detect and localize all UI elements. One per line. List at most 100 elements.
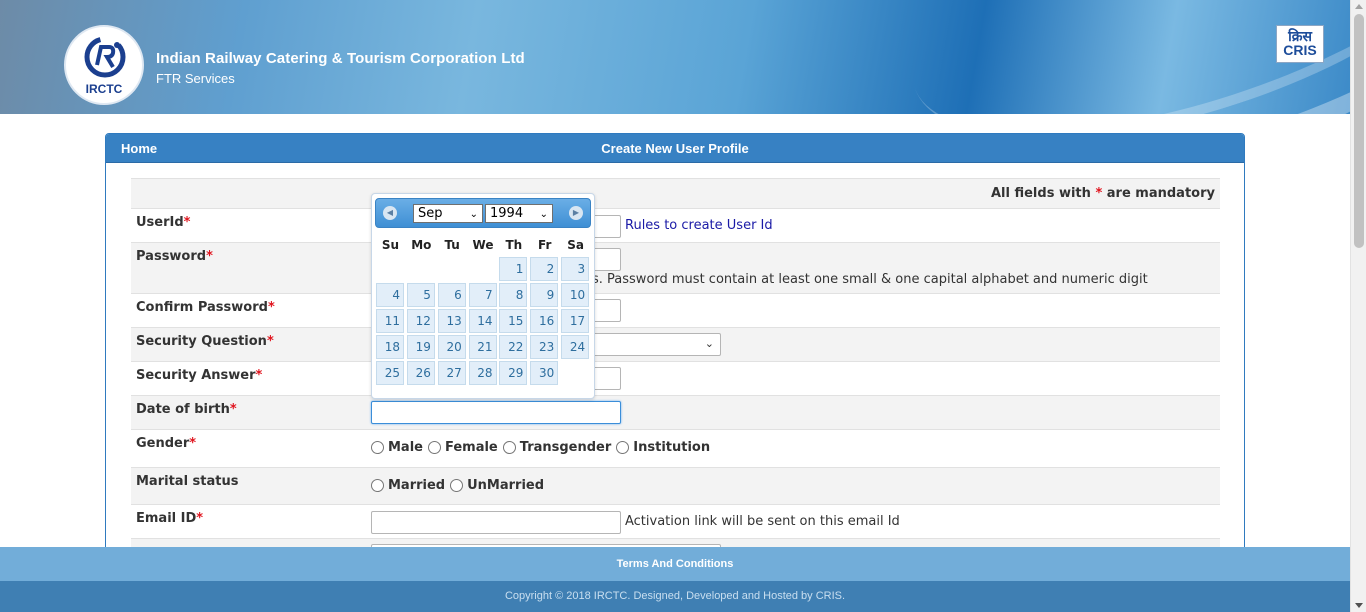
year-select[interactable]: 1994 ⌄ [485, 204, 553, 223]
calendar-cell: 26 [406, 360, 437, 386]
calendar-cell: 22 [498, 334, 529, 360]
gender-radio-group: Male Female Transgender Institution [371, 440, 715, 455]
calendar-day[interactable]: 13 [437, 309, 466, 333]
confirm-password-label: Confirm Password* [136, 300, 275, 315]
calendar-day[interactable]: 5 [406, 283, 435, 307]
cris-logo-hindi: क्रिस [1288, 28, 1312, 44]
calendar-cell: 25 [375, 360, 406, 386]
marital-option-label: Married [388, 478, 446, 493]
password-row: Password* s. Password must contain at le… [131, 242, 1220, 293]
calendar-week: 18 19 20 21 22 23 24 [375, 334, 591, 360]
calendar-cell: 17 [560, 308, 591, 334]
calendar-day[interactable]: 3 [561, 257, 590, 281]
scroll-thumb[interactable] [1354, 14, 1364, 248]
calendar-cell: 2 [529, 256, 560, 282]
page-scrollbar[interactable] [1350, 0, 1366, 612]
calendar-cell: 8 [498, 282, 529, 308]
calendar-day[interactable]: 21 [468, 335, 497, 359]
calendar-cell: 4 [375, 282, 406, 308]
calendar-day[interactable]: 7 [468, 283, 497, 307]
chevron-down-icon: ⌄ [469, 209, 478, 220]
scroll-down-icon[interactable] [1355, 603, 1363, 608]
calendar-day[interactable]: 24 [561, 335, 590, 359]
calendar-day[interactable]: 11 [376, 309, 404, 333]
calendar-day[interactable]: 6 [437, 283, 466, 307]
userid-rules-link[interactable]: Rules to create User Id [625, 218, 773, 233]
gender-radio-male[interactable] [371, 441, 384, 454]
gender-radio-institution[interactable] [616, 441, 630, 454]
calendar-day[interactable]: 19 [406, 335, 435, 359]
calendar-cell: 3 [560, 256, 591, 282]
email-input[interactable] [371, 511, 621, 534]
calendar-day[interactable]: 29 [499, 361, 528, 385]
calendar-day[interactable]: 2 [530, 257, 559, 281]
security-answer-row: Security Answer* [131, 361, 1220, 395]
calendar-day[interactable]: 14 [468, 309, 497, 333]
calendar-day[interactable]: 22 [499, 335, 528, 359]
next-month-icon[interactable]: ▶ [569, 206, 583, 220]
weekday-label: Tu [444, 238, 460, 252]
marital-radio-married[interactable] [371, 479, 384, 492]
calendar-week: 4 5 6 7 8 9 10 [375, 282, 591, 308]
calendar-cell [437, 256, 468, 282]
calendar-day[interactable]: 23 [530, 335, 559, 359]
year-value: 1994 [490, 206, 524, 221]
calendar-day[interactable]: 27 [437, 361, 466, 385]
terms-link[interactable]: Terms And Conditions [617, 558, 734, 570]
calendar-day[interactable]: 20 [437, 335, 466, 359]
gender-radio-female[interactable] [427, 441, 441, 454]
marital-radio-unmarried[interactable] [450, 479, 464, 492]
calendar-day[interactable]: 30 [530, 361, 559, 385]
registration-form: All fields with * are mandatory UserId* … [131, 178, 1220, 552]
calendar-day[interactable]: 25 [376, 361, 404, 385]
email-hint: Activation link will be sent on this ema… [625, 514, 900, 529]
gender-option-label: Transgender [519, 440, 612, 455]
dob-input[interactable] [371, 401, 621, 424]
site-header: IRCTC Indian Railway Catering & Tourism … [0, 0, 1350, 114]
gender-option-label: Institution [633, 440, 711, 455]
calendar-cell [375, 256, 406, 282]
calendar-day[interactable]: 4 [376, 283, 404, 307]
calendar-day[interactable]: 8 [499, 283, 528, 307]
calendar-cell: 11 [375, 308, 406, 334]
organization-name: Indian Railway Catering & Tourism Corpor… [156, 50, 525, 67]
calendar-day[interactable]: 26 [406, 361, 435, 385]
chevron-down-icon: ⌄ [539, 209, 548, 220]
calendar-day[interactable]: 16 [530, 309, 559, 333]
calendar-day[interactable]: 28 [468, 361, 497, 385]
calendar-cell: 15 [498, 308, 529, 334]
prev-month-icon[interactable]: ◀ [383, 206, 397, 220]
calendar-day[interactable]: 1 [499, 257, 528, 281]
organization-subtitle: FTR Services [156, 71, 235, 86]
calendar-cell: 5 [406, 282, 437, 308]
password-label: Password* [136, 249, 213, 264]
weekday-label: Su [381, 238, 400, 252]
confirm-password-row: Confirm Password* [131, 293, 1220, 327]
calendar-day[interactable]: 10 [561, 283, 590, 307]
logo-text: IRCTC [85, 82, 123, 96]
mandatory-text: All fields with [990, 186, 1091, 201]
gender-label: Gender* [136, 436, 197, 451]
scroll-up-icon[interactable] [1355, 4, 1363, 9]
copyright-text: Copyright © 2018 IRCTC. Designed, Develo… [504, 590, 846, 602]
calendar-day[interactable]: 15 [499, 309, 528, 333]
gender-radio-transgender[interactable] [502, 441, 516, 454]
calendar-grid: Su Mo Tu We Th Fr Sa 1 2 3 4 5 6 7 8 9 10 11 12 13 14… [375, 234, 591, 386]
mandatory-tail: are mandatory [1106, 186, 1215, 201]
email-label: Email ID* [136, 511, 204, 526]
mandatory-notice: All fields with * are mandatory [991, 186, 1215, 201]
calendar-day[interactable]: 12 [406, 309, 435, 333]
chevron-down-icon: ⌄ [704, 337, 714, 350]
calendar-cell: 7 [468, 282, 499, 308]
month-select[interactable]: Sep ⌄ [413, 204, 483, 223]
security-answer-label: Security Answer* [136, 368, 263, 383]
calendar-cell: 21 [468, 334, 499, 360]
calendar-day[interactable]: 17 [561, 309, 590, 333]
gender-option-label: Male [388, 440, 423, 455]
marital-row: Marital status Married UnMarried [131, 467, 1220, 504]
calendar-day[interactable]: 18 [376, 335, 404, 359]
irctc-logo[interactable]: IRCTC [64, 25, 144, 105]
weekday-header: Su Mo Tu We Th Fr Sa [375, 234, 591, 256]
calendar-day[interactable]: 9 [530, 283, 559, 307]
weekday-label: Mo [411, 238, 432, 252]
